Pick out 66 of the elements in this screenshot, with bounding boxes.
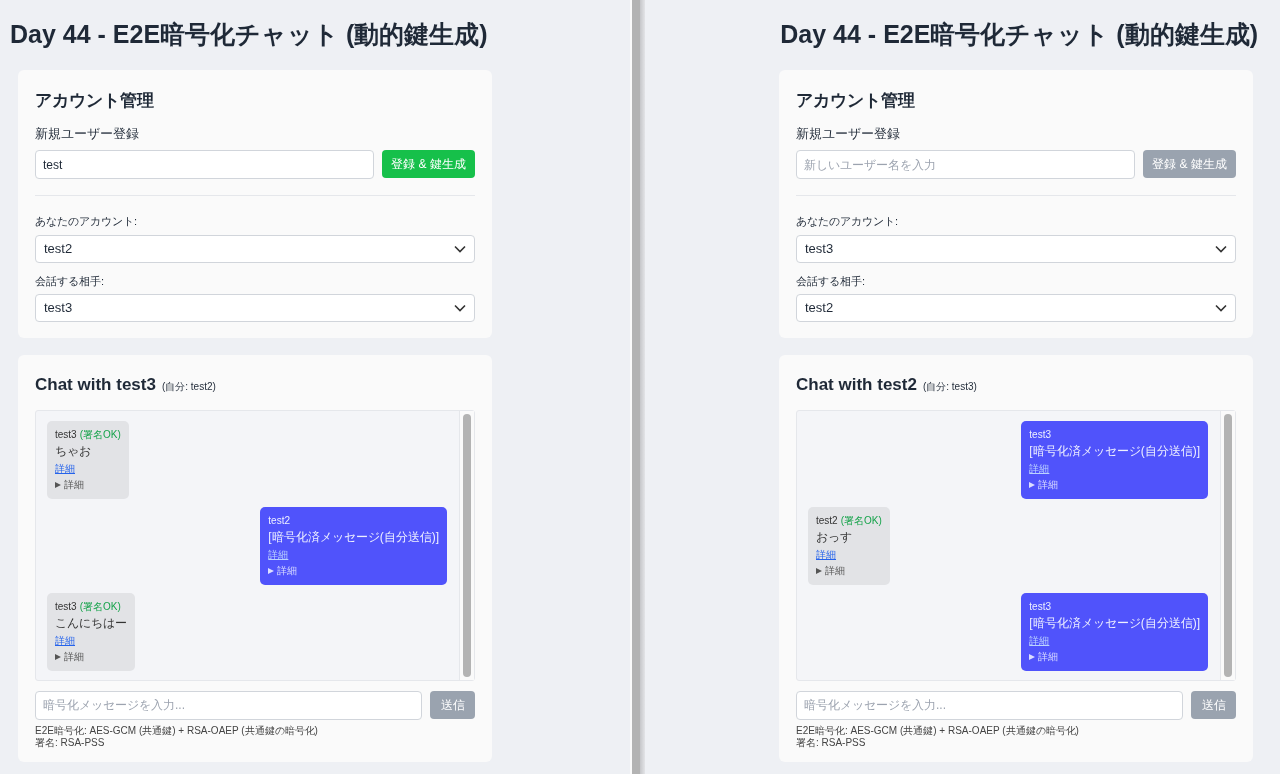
card-heading: アカウント管理	[35, 90, 155, 112]
sender-name: test2	[268, 513, 290, 527]
encryption-note: E2E暗号化: AES-GCM (共通鍵) + RSA-OAEP (共通鍵の暗号化)	[35, 724, 319, 737]
account-select[interactable]: test3	[35, 294, 475, 322]
details-link[interactable]: 詳細	[268, 547, 289, 562]
username-field[interactable]: test	[35, 150, 374, 179]
chat-title: Chat with test3	[35, 374, 156, 396]
expand-triangle-icon	[55, 653, 61, 660]
sender-name: test2	[816, 513, 838, 527]
message-text: ちゃお	[55, 442, 92, 460]
encryption-note: 署名: RSA-PSS	[35, 736, 106, 749]
sender-name: test3	[1029, 427, 1051, 441]
section-label: 新規ユーザー登録	[796, 124, 901, 143]
details-toggle[interactable]: 詳細	[268, 563, 439, 578]
details-link[interactable]: 詳細	[1029, 633, 1050, 648]
page-title: Day 44 - E2E暗号化チャット (動的鍵生成)	[780, 19, 1258, 49]
details-link[interactable]: 詳細	[1029, 461, 1050, 476]
section-label: 新規ユーザー登録	[35, 124, 140, 143]
message-text: [暗号化済メッセージ(自分送信)]	[1029, 442, 1200, 460]
message-text: [暗号化済メッセージ(自分送信)]	[1029, 614, 1200, 632]
sender-name: test3	[55, 427, 77, 441]
details-toggle[interactable]: 詳細	[1029, 477, 1200, 492]
own-account-note: (自分: test2)	[161, 380, 216, 394]
message-text: おっす	[816, 528, 853, 546]
signature-status: (署名OK)	[79, 599, 121, 613]
scrollbar-thumb[interactable]	[463, 413, 471, 677]
chat-title: Chat with test2	[796, 374, 917, 396]
expand-triangle-icon	[1029, 481, 1036, 488]
details-link[interactable]: 詳細	[55, 461, 75, 476]
details-toggle[interactable]: 詳細	[1029, 649, 1200, 664]
chevron-down-icon	[454, 244, 466, 253]
field-label: あなたのアカウント:	[35, 214, 139, 229]
account-select[interactable]: test2	[35, 234, 475, 263]
message-field[interactable]: 暗号化メッセージを入力...	[796, 690, 1183, 720]
field-label: 会話する相手:	[35, 273, 106, 289]
signature-status: (署名OK)	[79, 427, 121, 441]
message-text: [暗号化済メッセージ(自分送信)]	[268, 528, 439, 546]
account-select[interactable]: test2	[796, 294, 1236, 322]
expand-triangle-icon	[268, 567, 275, 574]
register-button[interactable]: 登録 & 鍵生成	[382, 150, 475, 178]
details-toggle[interactable]: 詳細	[55, 477, 121, 492]
chevron-down-icon	[1215, 304, 1227, 312]
username-field[interactable]: 新しいユーザー名を入力	[796, 150, 1135, 179]
chevron-down-icon	[1215, 244, 1227, 253]
chevron-down-icon	[454, 304, 466, 312]
sender-name: test3	[1029, 599, 1051, 613]
scrollbar-thumb[interactable]	[1224, 413, 1232, 677]
encryption-note: 署名: RSA-PSS	[796, 736, 867, 749]
sender-name: test3	[55, 599, 77, 613]
details-link[interactable]: 詳細	[816, 547, 836, 562]
account-select[interactable]: test3	[796, 234, 1236, 263]
signature-status: (署名OK)	[840, 513, 882, 527]
encryption-note: E2E暗号化: AES-GCM (共通鍵) + RSA-OAEP (共通鍵の暗号化)	[796, 724, 1080, 737]
page-title: Day 44 - E2E暗号化チャット (動的鍵生成)	[10, 19, 488, 49]
details-link[interactable]: 詳細	[55, 633, 75, 648]
field-label: あなたのアカウント:	[796, 214, 900, 229]
expand-triangle-icon	[816, 567, 822, 574]
details-toggle[interactable]: 詳細	[55, 649, 127, 664]
own-account-note: (自分: test3)	[922, 380, 977, 394]
field-label: 会話する相手:	[796, 273, 867, 289]
expand-triangle-icon	[55, 481, 61, 488]
message-text: こんにちはー	[55, 614, 127, 632]
expand-triangle-icon	[1029, 653, 1036, 660]
card-heading: アカウント管理	[796, 90, 916, 112]
message-field[interactable]: 暗号化メッセージを入力...	[35, 690, 422, 720]
details-toggle[interactable]: 詳細	[816, 563, 882, 578]
